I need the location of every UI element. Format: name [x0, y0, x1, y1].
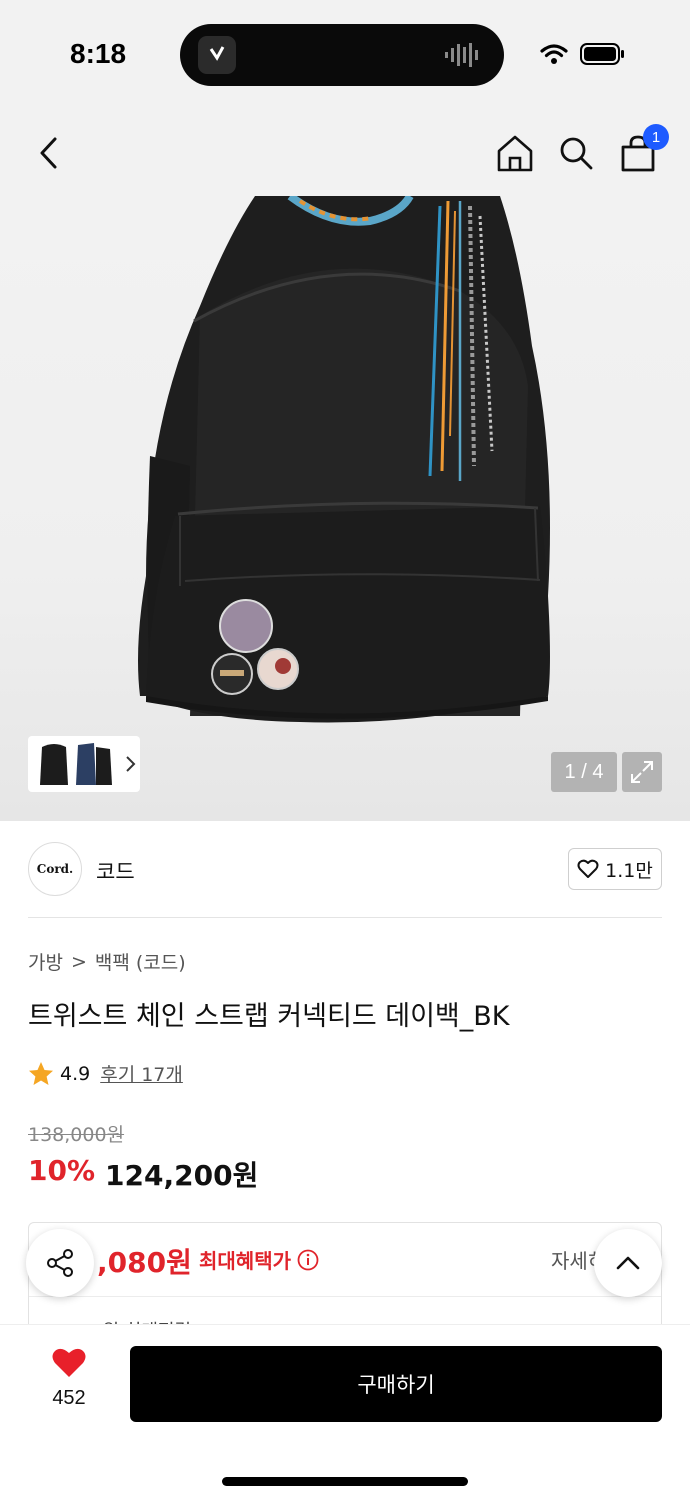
review-link[interactable]: 후기 17개 [100, 1060, 183, 1087]
breadcrumb-separator: > [70, 950, 87, 973]
heart-filled-icon [52, 1348, 86, 1377]
search-button[interactable] [551, 128, 601, 178]
buy-button[interactable]: 구매하기 [130, 1346, 662, 1422]
cart-button[interactable]: 1 [613, 124, 669, 178]
thumbnail-strip[interactable] [28, 736, 140, 792]
expand-button[interactable] [622, 752, 662, 792]
max-benefit-price: ,080원 [97, 1246, 192, 1279]
home-icon [497, 135, 533, 172]
breadcrumb: 가방 > 백팩 (코드) [28, 948, 186, 975]
top-nav-bar: 1 [0, 110, 690, 196]
max-benefit-label-text: 최대혜택가 [199, 1249, 291, 1273]
audio-wave-icon [445, 43, 478, 67]
rating-value: 4.9 [60, 1062, 91, 1085]
cart-badge: 1 [643, 124, 669, 150]
thumbnail-image [40, 743, 112, 785]
home-indicator [222, 1477, 468, 1486]
product-image-backpack [138, 196, 550, 723]
share-icon [47, 1249, 73, 1277]
status-time: 8:18 [70, 38, 127, 69]
chevron-right-icon [126, 756, 136, 772]
back-button[interactable] [24, 128, 74, 178]
heart-outline-icon [577, 859, 599, 878]
status-bar: 8:18 [0, 0, 690, 110]
home-button[interactable] [490, 128, 540, 178]
product-image-gallery[interactable]: 1 / 4 [0, 196, 690, 821]
search-icon [560, 137, 593, 170]
price-row: 10% 124,200원 [28, 1154, 258, 1194]
sale-price: 124,200원 [105, 1159, 259, 1192]
wifi-icon [540, 44, 568, 64]
star-icon [29, 1061, 53, 1085]
live-activity-app-icon [198, 36, 236, 74]
breadcrumb-subcategory[interactable]: 백팩 (코드) [95, 948, 186, 975]
scroll-to-top-button[interactable] [594, 1229, 662, 1297]
breadcrumb-category[interactable]: 가방 [28, 948, 63, 975]
product-title: 트위스트 체인 스트랩 커넥티드 데이백_BK [28, 1001, 510, 1032]
wish-count: 452 [52, 1387, 86, 1409]
chevron-up-icon [616, 1256, 640, 1270]
brand-like-count: 1.1만 [605, 859, 653, 882]
info-icon[interactable] [297, 1249, 319, 1271]
gallery-page-indicator: 1 / 4 [551, 752, 617, 792]
max-benefit-label: 최대혜택가 [199, 1245, 319, 1274]
brand-row: Cord. 코드 1.1만 [28, 842, 662, 918]
original-price: 138,000원 [28, 1124, 125, 1146]
brand-logo[interactable]: Cord. [28, 842, 82, 896]
status-icons [540, 42, 626, 66]
wish-button[interactable]: 452 [30, 1347, 108, 1410]
brand-like-button[interactable]: 1.1만 [568, 848, 662, 890]
rating-row: 4.9 후기 17개 [28, 1060, 183, 1087]
max-benefit-row[interactable]: ,080원 최대혜택가 자세히 [29, 1223, 661, 1297]
bottom-purchase-bar: 452 구매하기 [0, 1324, 690, 1500]
share-button[interactable] [26, 1229, 94, 1297]
chevron-left-icon [40, 137, 57, 169]
discount-rate: 10% [28, 1154, 96, 1187]
expand-icon [631, 761, 653, 783]
brand-name[interactable]: 코드 [96, 856, 135, 886]
battery-icon [580, 43, 624, 65]
dynamic-island [180, 24, 504, 86]
